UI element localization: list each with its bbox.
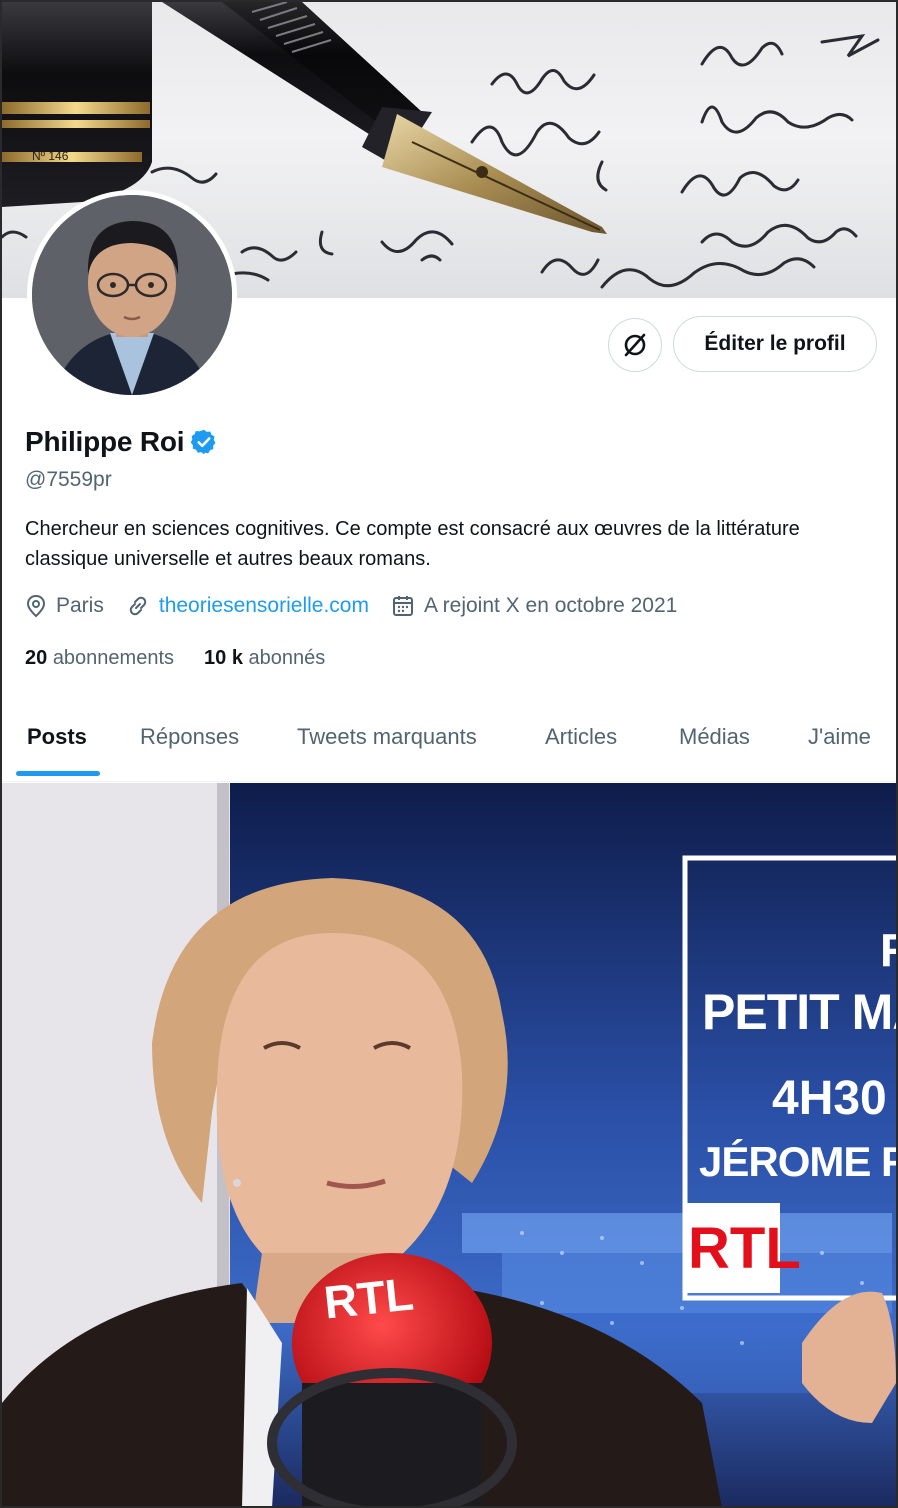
post-media-image[interactable]: R PETIT MAT 4H30 - JÉROME FLOR RTL RTL: [2, 783, 896, 1506]
location-pin-icon: [26, 594, 46, 618]
location-text: Paris: [56, 594, 104, 617]
active-tab-indicator: [16, 771, 100, 776]
profile-website[interactable]: theoriesensorielle.com: [126, 594, 369, 618]
followers-label: abonnés: [248, 647, 326, 669]
edit-profile-button[interactable]: Éditer le profil: [673, 316, 877, 372]
verified-badge-icon[interactable]: [190, 428, 218, 456]
avatar-photo: [32, 195, 232, 395]
rtl-logo: RTL: [688, 1216, 801, 1281]
mic-rtl-logo: RTL: [321, 1267, 416, 1329]
joined-text: A rejoint X en octobre 2021: [423, 594, 678, 617]
calendar-icon: [392, 596, 413, 616]
profile-screenshot: Nº 146 Éditer le profil Philippe Roi @75…: [0, 0, 898, 1508]
grok-icon: [624, 333, 646, 357]
profile-stats: 20 abonnements 10 k abonnés: [25, 647, 355, 670]
profile-meta: Paris theoriesensorielle.com A rejoint X…: [25, 594, 699, 618]
profile-tabs: Posts Réponses Tweets marquants Articles…: [2, 702, 896, 782]
profile-name: Philippe Roi: [25, 426, 185, 457]
profile-location: Paris: [25, 594, 104, 618]
profile-name-row: Philippe Roi: [25, 426, 218, 458]
panel-line-3: 4H30 -: [772, 1072, 896, 1125]
following-stat[interactable]: 20 abonnements: [25, 647, 174, 670]
tab-likes[interactable]: J'aime: [808, 724, 871, 750]
profile-avatar[interactable]: [27, 190, 237, 400]
grok-button[interactable]: [608, 318, 662, 372]
panel-line-4: JÉROME FLOR: [699, 1138, 896, 1185]
panel-line-2: PETIT MAT: [702, 984, 896, 1040]
tab-highlights[interactable]: Tweets marquants: [297, 724, 477, 750]
profile-bio: Chercheur en sciences cognitives. Ce com…: [25, 518, 800, 570]
followers-count: 10 k: [204, 647, 243, 669]
profile-joined: A rejoint X en octobre 2021: [391, 594, 677, 618]
tab-articles[interactable]: Articles: [545, 724, 617, 750]
svg-text:Nº 146: Nº 146: [32, 149, 69, 163]
following-count: 20: [25, 647, 48, 669]
tab-media[interactable]: Médias: [679, 724, 750, 750]
link-icon: [129, 596, 147, 616]
following-label: abonnements: [52, 647, 175, 669]
followers-stat[interactable]: 10 k abonnés: [204, 647, 325, 670]
tab-posts[interactable]: Posts: [27, 724, 87, 750]
website-link[interactable]: theoriesensorielle.com: [159, 594, 369, 618]
tab-replies[interactable]: Réponses: [140, 724, 239, 750]
panel-line-1: R: [880, 923, 896, 977]
profile-handle: @7559pr: [25, 468, 112, 491]
